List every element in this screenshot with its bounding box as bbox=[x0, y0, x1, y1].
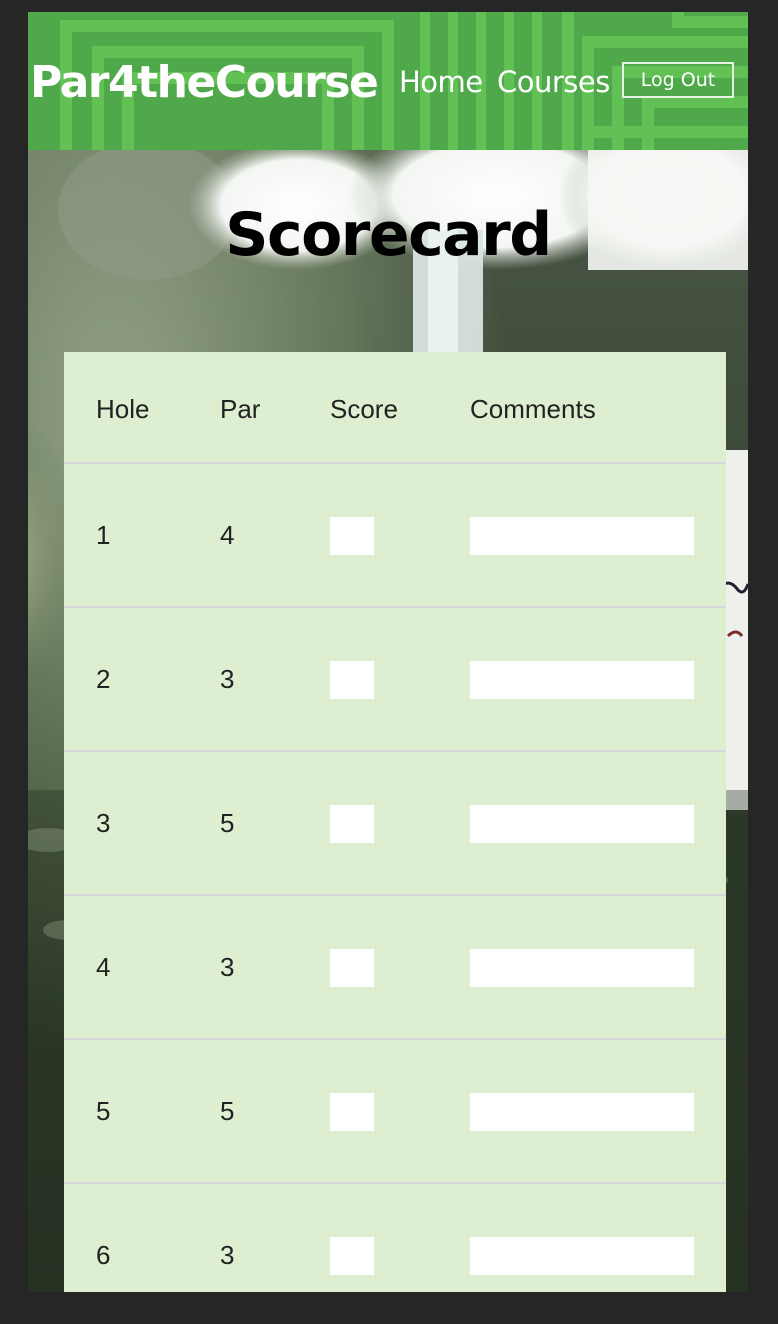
scorecard-table: Hole Par Score Comments 1 4 2 3 3 5 4 3 bbox=[64, 352, 726, 1292]
column-header-comments: Comments bbox=[470, 394, 596, 424]
comment-input[interactable] bbox=[470, 517, 694, 555]
comment-input[interactable] bbox=[470, 661, 694, 699]
table-row: 6 3 bbox=[64, 1184, 726, 1292]
score-input[interactable] bbox=[330, 1237, 374, 1275]
comment-input[interactable] bbox=[470, 805, 694, 843]
column-header-score: Score bbox=[330, 394, 398, 424]
table-row: 3 5 bbox=[64, 752, 726, 896]
hole-number: 1 bbox=[96, 520, 111, 550]
score-input[interactable] bbox=[330, 949, 374, 987]
par-value: 5 bbox=[220, 808, 235, 838]
nav-home-link[interactable]: Home bbox=[399, 64, 483, 100]
table-header-row: Hole Par Score Comments bbox=[64, 352, 726, 464]
par-value: 5 bbox=[220, 1096, 235, 1126]
table-row: 2 3 bbox=[64, 608, 726, 752]
comment-input[interactable] bbox=[470, 1237, 694, 1275]
page-title: Scorecard bbox=[225, 200, 552, 270]
site-header: Par4theCourse Home Courses Log Out bbox=[28, 12, 748, 150]
column-header-par: Par bbox=[220, 394, 261, 424]
score-input[interactable] bbox=[330, 661, 374, 699]
score-input[interactable] bbox=[330, 805, 374, 843]
par-value: 3 bbox=[220, 952, 235, 982]
table-row: 1 4 bbox=[64, 464, 726, 608]
par-value: 4 bbox=[220, 520, 235, 550]
table-row: 5 5 bbox=[64, 1040, 726, 1184]
hole-number: 6 bbox=[96, 1240, 111, 1270]
logout-button[interactable]: Log Out bbox=[622, 62, 734, 98]
table-row: 4 3 bbox=[64, 896, 726, 1040]
brand-logo[interactable]: Par4theCourse bbox=[30, 56, 379, 110]
column-header-hole: Hole bbox=[96, 394, 150, 424]
page-viewport: Par4theCourse Home Courses Log Out Score… bbox=[28, 12, 748, 1292]
score-input[interactable] bbox=[330, 517, 374, 555]
score-input[interactable] bbox=[330, 1093, 374, 1131]
par-value: 3 bbox=[220, 1240, 235, 1270]
hole-number: 4 bbox=[96, 952, 111, 982]
comment-input[interactable] bbox=[470, 1093, 694, 1131]
hole-number: 5 bbox=[96, 1096, 111, 1126]
hole-number: 2 bbox=[96, 664, 111, 694]
par-value: 3 bbox=[220, 664, 235, 694]
nav-courses-link[interactable]: Courses bbox=[497, 64, 610, 100]
comment-input[interactable] bbox=[470, 949, 694, 987]
hole-number: 3 bbox=[96, 808, 111, 838]
